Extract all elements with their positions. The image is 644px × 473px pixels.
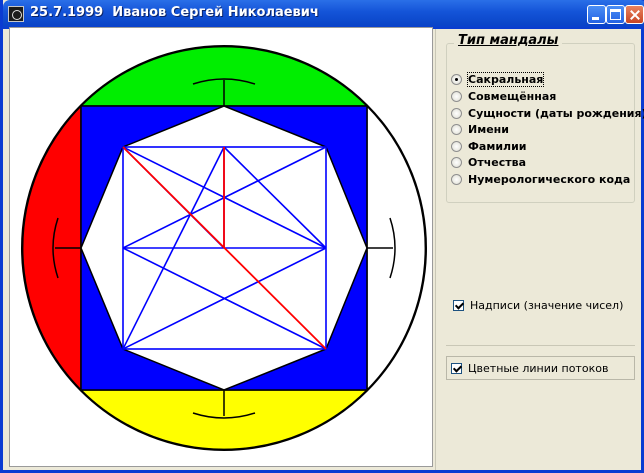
radio-label: Фамилии — [468, 139, 527, 153]
radio-label: Сакральная — [466, 71, 545, 87]
radio-option-numerology-code[interactable]: Нумерологического кода — [451, 171, 630, 187]
radio-option-sacral[interactable]: Сакральная — [451, 71, 545, 87]
close-button[interactable] — [625, 5, 644, 24]
minimize-button[interactable] — [587, 5, 606, 24]
radio-button[interactable] — [451, 90, 462, 102]
radio-option-surname[interactable]: Фамилии — [451, 138, 527, 154]
panel-splitter[interactable] — [435, 29, 436, 470]
radio-button[interactable] — [451, 173, 462, 185]
radio-label: Нумерологического кода — [468, 172, 631, 186]
labels-checkbox-label: Надписи (значение чисел) — [470, 298, 624, 312]
radio-option-combined[interactable]: Совмещённая — [451, 88, 556, 104]
colored-lines-checkbox-label: Цветные линии потоков — [468, 361, 609, 375]
labels-checkbox[interactable] — [453, 299, 464, 311]
mandala-type-legend: Тип мандалы — [454, 33, 563, 48]
radio-option-name[interactable]: Имени — [451, 121, 509, 137]
maximize-button[interactable] — [606, 5, 625, 24]
mandala-canvas — [9, 27, 433, 467]
radio-label: Сущности (даты рождения) — [468, 106, 644, 120]
colored-lines-checkbox-row[interactable]: Цветные линии потоков — [451, 361, 608, 375]
radio-button[interactable] — [451, 156, 462, 168]
mandala-drawing — [21, 45, 427, 451]
radio-label: Имени — [468, 122, 509, 136]
radio-option-patronymic[interactable]: Отчества — [451, 154, 526, 170]
radio-button[interactable] — [451, 140, 462, 152]
colored-lines-checkbox[interactable] — [451, 362, 462, 374]
panel-divider — [446, 345, 635, 346]
app-icon[interactable] — [8, 6, 24, 22]
title-bar[interactable]: 25.7.1999 Иванов Сергей Николаевич — [3, 0, 644, 29]
main-window: 25.7.1999 Иванов Сергей Николаевич Тип м… — [0, 0, 644, 473]
labels-checkbox-row[interactable]: Надписи (значение чисел) — [453, 298, 623, 312]
radio-button[interactable] — [451, 107, 462, 119]
radio-button[interactable] — [451, 73, 462, 85]
radio-option-essence[interactable]: Сущности (даты рождения) — [451, 105, 644, 121]
radio-label: Отчества — [468, 155, 527, 169]
radio-button[interactable] — [451, 123, 462, 135]
radio-label: Совмещённая — [468, 89, 557, 103]
window-title: 25.7.1999 Иванов Сергей Николаевич — [30, 5, 319, 20]
